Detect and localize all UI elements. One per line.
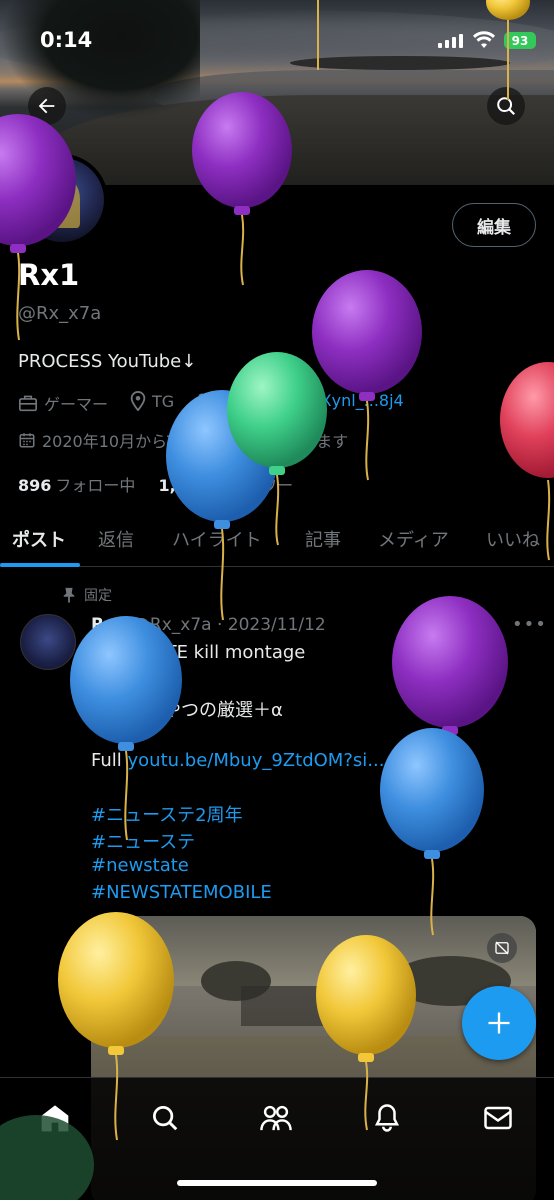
- bell-icon: [374, 1104, 400, 1132]
- followers-label: フォロワー: [213, 476, 294, 495]
- cellular-signal-icon: [438, 34, 464, 48]
- pinned-label: 固定: [84, 588, 112, 604]
- tab-posts[interactable]: ポスト: [12, 526, 66, 552]
- status-time: 0:14: [40, 28, 93, 52]
- post-line-3: Full youtu.be/Mbuy_9ZtdOM?si...: [91, 750, 384, 771]
- nav-home[interactable]: [35, 1098, 75, 1138]
- post-handle-date: @Rx_x7a · 2023/11/12: [132, 615, 326, 635]
- tab-highlights[interactable]: ハイライト: [172, 526, 262, 552]
- hashtag-link[interactable]: #ニューステ: [91, 828, 195, 854]
- tab-media[interactable]: メディア: [378, 526, 449, 552]
- tab-replies[interactable]: 返信: [98, 526, 134, 552]
- display-name: Rx1: [18, 258, 80, 292]
- plus-icon: [488, 1012, 510, 1034]
- video-frame-building: [241, 986, 391, 1026]
- joined-label: 2020年10月からTwitterを利用しています: [42, 432, 349, 451]
- balloon-decoration: [380, 728, 484, 936]
- link-label[interactable]: youtube.be/fJXynl_...8j4: [214, 391, 404, 410]
- post-line-2: 今までのやつの厳選＋α: [91, 700, 283, 721]
- more-dots-icon[interactable]: •••: [512, 614, 547, 635]
- back-button[interactable]: [28, 87, 66, 125]
- briefcase-icon: [19, 395, 37, 412]
- wifi-icon: [472, 30, 496, 50]
- hashtag-link[interactable]: #newstate: [91, 855, 189, 876]
- post-author-avatar[interactable]: [20, 614, 76, 670]
- battery-icon: 93: [504, 32, 536, 49]
- banner-island: [290, 56, 510, 70]
- home-icon: [41, 1105, 69, 1132]
- calendar-icon: [19, 433, 35, 448]
- search-icon: [497, 97, 516, 116]
- profile-bio: PROCESS YouTube↓: [18, 351, 197, 372]
- tab-likes[interactable]: いいね: [486, 526, 540, 552]
- edit-profile-button[interactable]: 編集: [452, 203, 536, 247]
- followers-count: 1,120: [158, 476, 210, 495]
- active-tab-indicator: [0, 563, 80, 567]
- link-icon: [191, 393, 207, 408]
- post-header: Rx1 @Rx_x7a · 2023/11/12: [91, 615, 326, 635]
- post-youtube-link[interactable]: youtu.be/Mbuy_9ZtdOM?si...: [128, 750, 385, 771]
- profile-location: TG: [130, 391, 174, 411]
- hashtag-link[interactable]: #ニューステ2周年: [91, 801, 243, 827]
- category-label: ゲーマー: [44, 395, 109, 414]
- mail-icon: [484, 1106, 512, 1130]
- following-count: 896: [18, 476, 52, 495]
- search-icon: [153, 1106, 178, 1131]
- following-label: フォロー中: [55, 476, 136, 495]
- balloon-decoration: [392, 596, 508, 831]
- post-line-3-prefix: Full: [91, 750, 128, 771]
- profile-joined: 2020年10月からTwitterを利用しています: [18, 428, 348, 452]
- compose-button[interactable]: [462, 986, 536, 1060]
- nav-notifications[interactable]: [367, 1098, 407, 1138]
- profile-avatar[interactable]: [16, 154, 108, 246]
- pinned-indicator: 固定: [62, 585, 112, 605]
- location-pin-icon: [130, 391, 146, 411]
- profile-tabs: ポスト 返信 ハイライト 記事 メディア いいね: [0, 511, 554, 567]
- hashtag-link[interactable]: #NEWSTATEMOBILE: [91, 882, 272, 903]
- mute-icon[interactable]: [487, 933, 517, 963]
- tab-articles[interactable]: 記事: [305, 526, 341, 552]
- post-author-name[interactable]: Rx1: [91, 615, 127, 635]
- communities-icon: [260, 1105, 292, 1131]
- nav-search[interactable]: [145, 1098, 185, 1138]
- post-line-1: NEWSTATE kill montage: [91, 642, 306, 663]
- profile-category: ゲーマー: [18, 391, 108, 415]
- pin-icon: [63, 587, 75, 603]
- following-link[interactable]: 896 フォロー中: [18, 476, 135, 495]
- home-indicator: [177, 1180, 377, 1186]
- battery-level: 93: [511, 33, 529, 48]
- nav-communities[interactable]: [256, 1098, 296, 1138]
- follow-stats: 896 フォロー中 1,120 フォロワー: [18, 472, 293, 496]
- nav-messages[interactable]: [478, 1098, 518, 1138]
- user-handle: @Rx_x7a: [18, 303, 102, 324]
- arrow-left-icon: [38, 98, 55, 114]
- followers-link[interactable]: 1,120 フォロワー: [159, 476, 294, 495]
- location-label: TG: [152, 391, 175, 411]
- search-button[interactable]: [487, 87, 525, 125]
- balloon-decoration: [166, 390, 278, 621]
- profile-link[interactable]: youtube.be/fJXynl_...8j4: [190, 391, 404, 410]
